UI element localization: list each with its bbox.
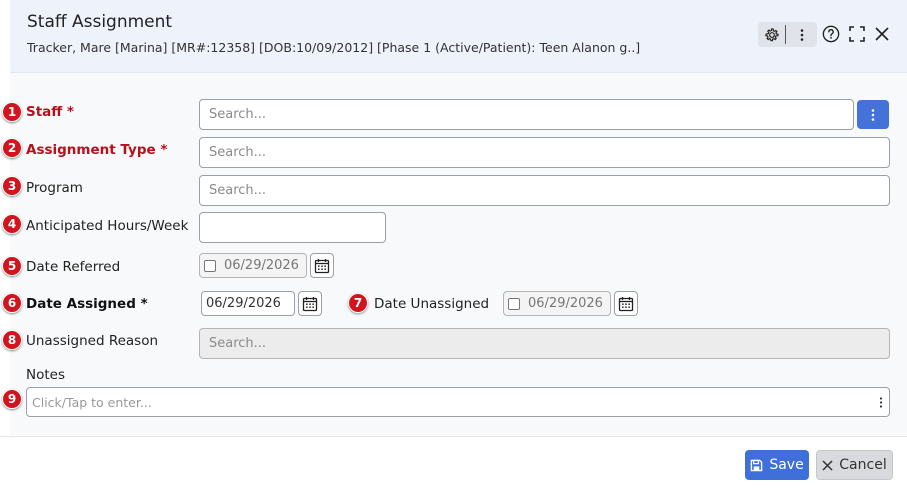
- save-icon: [751, 459, 763, 471]
- notes-label: Notes: [26, 367, 65, 383]
- date-assigned-input[interactable]: 06/29/2026: [201, 291, 295, 316]
- close-icon[interactable]: [871, 23, 893, 45]
- calendar-icon[interactable]: [310, 253, 334, 278]
- unassigned-reason-search-input[interactable]: Search...: [199, 328, 890, 359]
- callout-badge: 3: [2, 176, 22, 196]
- date-unassigned-checkbox[interactable]: [508, 297, 520, 310]
- date-referred-label: Date Referred: [26, 259, 121, 275]
- expand-icon[interactable]: [846, 23, 868, 45]
- date-unassigned-label: Date Unassigned: [374, 296, 490, 312]
- save-button[interactable]: Save: [745, 450, 809, 480]
- settings-menu-group: [758, 22, 817, 47]
- patient-context: Tracker, Mare [Marina] [MR#:12358] [DOB:…: [27, 40, 641, 55]
- save-label: Save: [769, 457, 804, 473]
- callout-badge: 6: [2, 293, 22, 313]
- callout-badge: 7: [348, 293, 368, 313]
- anticipated-hours-label: Anticipated Hours/Week: [26, 218, 189, 234]
- program-search-input[interactable]: Search...: [199, 175, 890, 206]
- footer-divider: [0, 436, 907, 437]
- callout-badge: 5: [2, 256, 22, 276]
- more-vertical-icon[interactable]: [876, 394, 886, 410]
- anticipated-hours-input[interactable]: [199, 212, 386, 243]
- more-vertical-icon[interactable]: [786, 22, 817, 47]
- more-vertical-icon: [871, 108, 875, 121]
- cancel-label: Cancel: [839, 457, 887, 473]
- staff-search-input[interactable]: Search...: [199, 99, 854, 130]
- date-referred-value: 06/29/2026: [224, 258, 299, 273]
- close-icon: [822, 459, 833, 471]
- callout-badge: 1: [2, 102, 22, 122]
- notes-textarea[interactable]: Click/Tap to enter...: [26, 387, 890, 417]
- unassigned-reason-label: Unassigned Reason: [26, 333, 159, 349]
- calendar-icon[interactable]: [614, 291, 638, 316]
- staff-options-button[interactable]: [857, 100, 889, 129]
- date-referred-field[interactable]: 06/29/2026: [199, 253, 307, 278]
- notes-placeholder: Click/Tap to enter...: [32, 394, 152, 410]
- dialog-title: Staff Assignment: [27, 12, 173, 32]
- gear-icon[interactable]: [758, 22, 785, 47]
- assignment-type-search-input[interactable]: Search...: [199, 137, 890, 168]
- staff-label: Staff *: [26, 104, 74, 120]
- date-unassigned-field[interactable]: 06/29/2026: [503, 291, 611, 316]
- calendar-icon[interactable]: [298, 291, 322, 316]
- date-referred-checkbox[interactable]: [204, 259, 216, 272]
- callout-badge: 2: [2, 138, 22, 158]
- date-assigned-label: Date Assigned *: [26, 296, 148, 312]
- cancel-button[interactable]: Cancel: [816, 450, 893, 480]
- program-label: Program: [26, 180, 83, 196]
- callout-badge: 9: [2, 389, 22, 409]
- date-unassigned-value: 06/29/2026: [528, 296, 603, 311]
- help-icon[interactable]: [820, 23, 842, 45]
- assignment-type-label: Assignment Type *: [26, 142, 168, 158]
- callout-badge: 4: [2, 214, 22, 234]
- callout-badge: 8: [2, 330, 22, 350]
